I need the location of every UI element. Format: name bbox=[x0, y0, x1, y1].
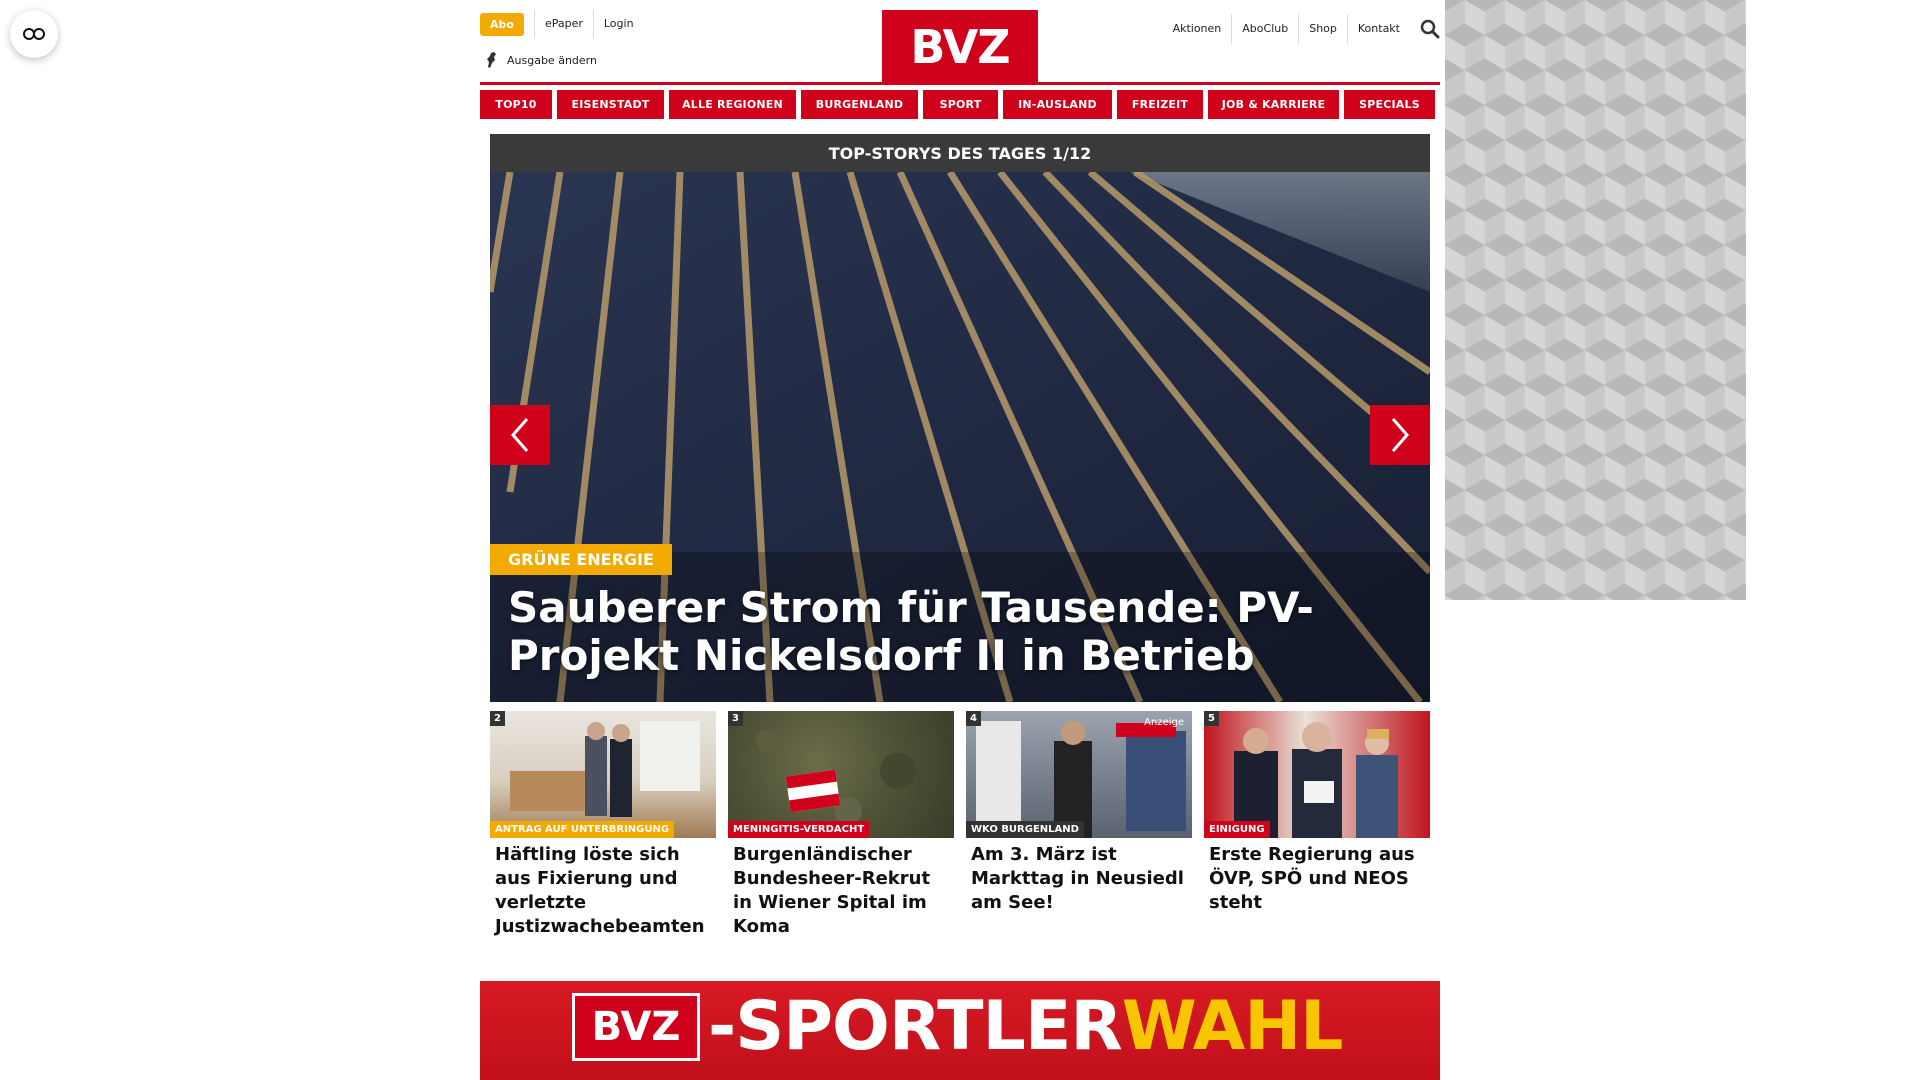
banner-headline: -SPORTLERWAHL bbox=[708, 987, 1344, 1067]
nav-item-top10[interactable]: TOP10 bbox=[480, 90, 552, 119]
politicians-photo bbox=[1234, 722, 1398, 838]
nav-item-eisenstadt[interactable]: EISENSTADT bbox=[557, 90, 664, 119]
teaser-kicker: ANTRAG AUF UNTERBRINGUNG bbox=[490, 821, 675, 838]
nav-item-sport[interactable]: SPORT bbox=[923, 90, 998, 119]
banner-logo-text: BVZ bbox=[591, 1004, 681, 1050]
teaser-card[interactable]: 3 MENINGITIS-VERDACHT Burgenländischer B… bbox=[728, 711, 954, 939]
teaser-number: 5 bbox=[1204, 711, 1219, 726]
header-top-left: Abo ePaper Login bbox=[480, 10, 644, 38]
aktionen-link[interactable]: Aktionen bbox=[1163, 14, 1232, 44]
slider-kicker: GRÜNE ENERGIE bbox=[490, 544, 672, 575]
header-divider bbox=[480, 82, 1440, 85]
teaser-number: 4 bbox=[966, 711, 981, 726]
epaper-link[interactable]: ePaper bbox=[533, 10, 593, 38]
sportlerwahl-banner[interactable]: BVZ -SPORTLERWAHL bbox=[480, 981, 1440, 1080]
soldier-flag-photo bbox=[756, 729, 916, 825]
aboclub-link[interactable]: AboClub bbox=[1231, 14, 1298, 44]
login-link[interactable]: Login bbox=[592, 10, 644, 38]
slider-heading: TOP-STORYS DES TAGES 1/12 bbox=[490, 134, 1430, 172]
nav-item-freizeit[interactable]: FREIZEIT bbox=[1117, 90, 1203, 119]
accessibility-button[interactable] bbox=[10, 10, 58, 58]
glasses-icon bbox=[23, 28, 45, 40]
advertisement-skin[interactable] bbox=[1445, 0, 1746, 600]
teaser-kicker: EINIGUNG bbox=[1204, 821, 1270, 838]
main-navigation: TOP10 EISENSTADT ALLE REGIONEN BURGENLAN… bbox=[480, 90, 1440, 119]
bvz-logo[interactable]: BVZ bbox=[882, 10, 1038, 84]
teaser-image: 3 MENINGITIS-VERDACHT bbox=[728, 711, 954, 838]
courtroom-photo bbox=[510, 721, 700, 817]
nav-item-alle-regionen[interactable]: ALLE REGIONEN bbox=[669, 90, 796, 119]
anzeige-label: Anzeige bbox=[1144, 717, 1184, 728]
teaser-title[interactable]: Burgenländischer Bundesheer-Rekrut in Wi… bbox=[728, 838, 954, 939]
kontakt-link[interactable]: Kontakt bbox=[1346, 14, 1410, 44]
search-icon bbox=[1420, 19, 1440, 39]
chevron-left-icon bbox=[511, 418, 529, 452]
teaser-kicker: WKO BURGENLAND bbox=[966, 821, 1084, 838]
nav-item-in-ausland[interactable]: IN-AUSLAND bbox=[1003, 90, 1112, 119]
teaser-kicker: MENINGITIS-VERDACHT bbox=[728, 821, 870, 838]
banner-bvz-logo: BVZ bbox=[572, 993, 700, 1061]
slider-headline[interactable]: Sauberer Strom für Tausende: PV-Projekt … bbox=[508, 584, 1408, 680]
banner-text-white: -SPORTLER bbox=[708, 987, 1123, 1066]
logo-text: BVZ bbox=[910, 20, 1010, 74]
nav-item-burgenland[interactable]: BURGENLAND bbox=[801, 90, 918, 119]
top-stories-slider: TOP-STORYS DES TAGES 1/12 GRÜNE ENERGIE … bbox=[490, 134, 1430, 702]
nav-item-job-karriere[interactable]: JOB & KARRIERE bbox=[1208, 90, 1339, 119]
nav-item-specials[interactable]: SPECIALS bbox=[1344, 90, 1435, 119]
teaser-number: 3 bbox=[728, 711, 743, 726]
teaser-card[interactable]: 2 ANTRAG AUF UNTERBRINGUNG Häftling löst… bbox=[490, 711, 716, 939]
market-stall-photo bbox=[976, 721, 1186, 838]
teaser-image: 5 EINIGUNG bbox=[1204, 711, 1430, 838]
slider-prev-button[interactable] bbox=[490, 405, 550, 465]
teaser-image: 4 Anzeige WKO BURGENLAND bbox=[966, 711, 1192, 838]
region-map-icon bbox=[487, 52, 496, 68]
teaser-row: 2 ANTRAG AUF UNTERBRINGUNG Häftling löst… bbox=[490, 711, 1430, 939]
shop-link[interactable]: Shop bbox=[1298, 14, 1347, 44]
ausgabe-label: Ausgabe ändern bbox=[507, 53, 597, 67]
header-top-right: Aktionen AboClub Shop Kontakt bbox=[1163, 14, 1440, 44]
chevron-right-icon bbox=[1391, 418, 1409, 452]
teaser-number: 2 bbox=[490, 711, 505, 726]
teaser-title[interactable]: Erste Regierung aus ÖVP, SPÖ und NEOS st… bbox=[1204, 838, 1430, 915]
teaser-title[interactable]: Häftling löste sich aus Fixierung und ve… bbox=[490, 838, 716, 939]
banner-text-yellow: WAHL bbox=[1121, 987, 1344, 1066]
teaser-card[interactable]: 4 Anzeige WKO BURGENLAND Am 3. März ist … bbox=[966, 711, 1192, 939]
teaser-image: 2 ANTRAG AUF UNTERBRINGUNG bbox=[490, 711, 716, 838]
search-button[interactable] bbox=[1420, 19, 1440, 39]
teaser-card[interactable]: 5 EINIGUNG Erste Regierung aus ÖVP, SPÖ … bbox=[1204, 711, 1430, 939]
slider-next-button[interactable] bbox=[1370, 405, 1430, 465]
teaser-title[interactable]: Am 3. März ist Markttag in Neusiedl am S… bbox=[966, 838, 1192, 915]
ausgabe-aendern-link[interactable]: Ausgabe ändern bbox=[485, 51, 597, 69]
abo-button[interactable]: Abo bbox=[480, 12, 524, 36]
